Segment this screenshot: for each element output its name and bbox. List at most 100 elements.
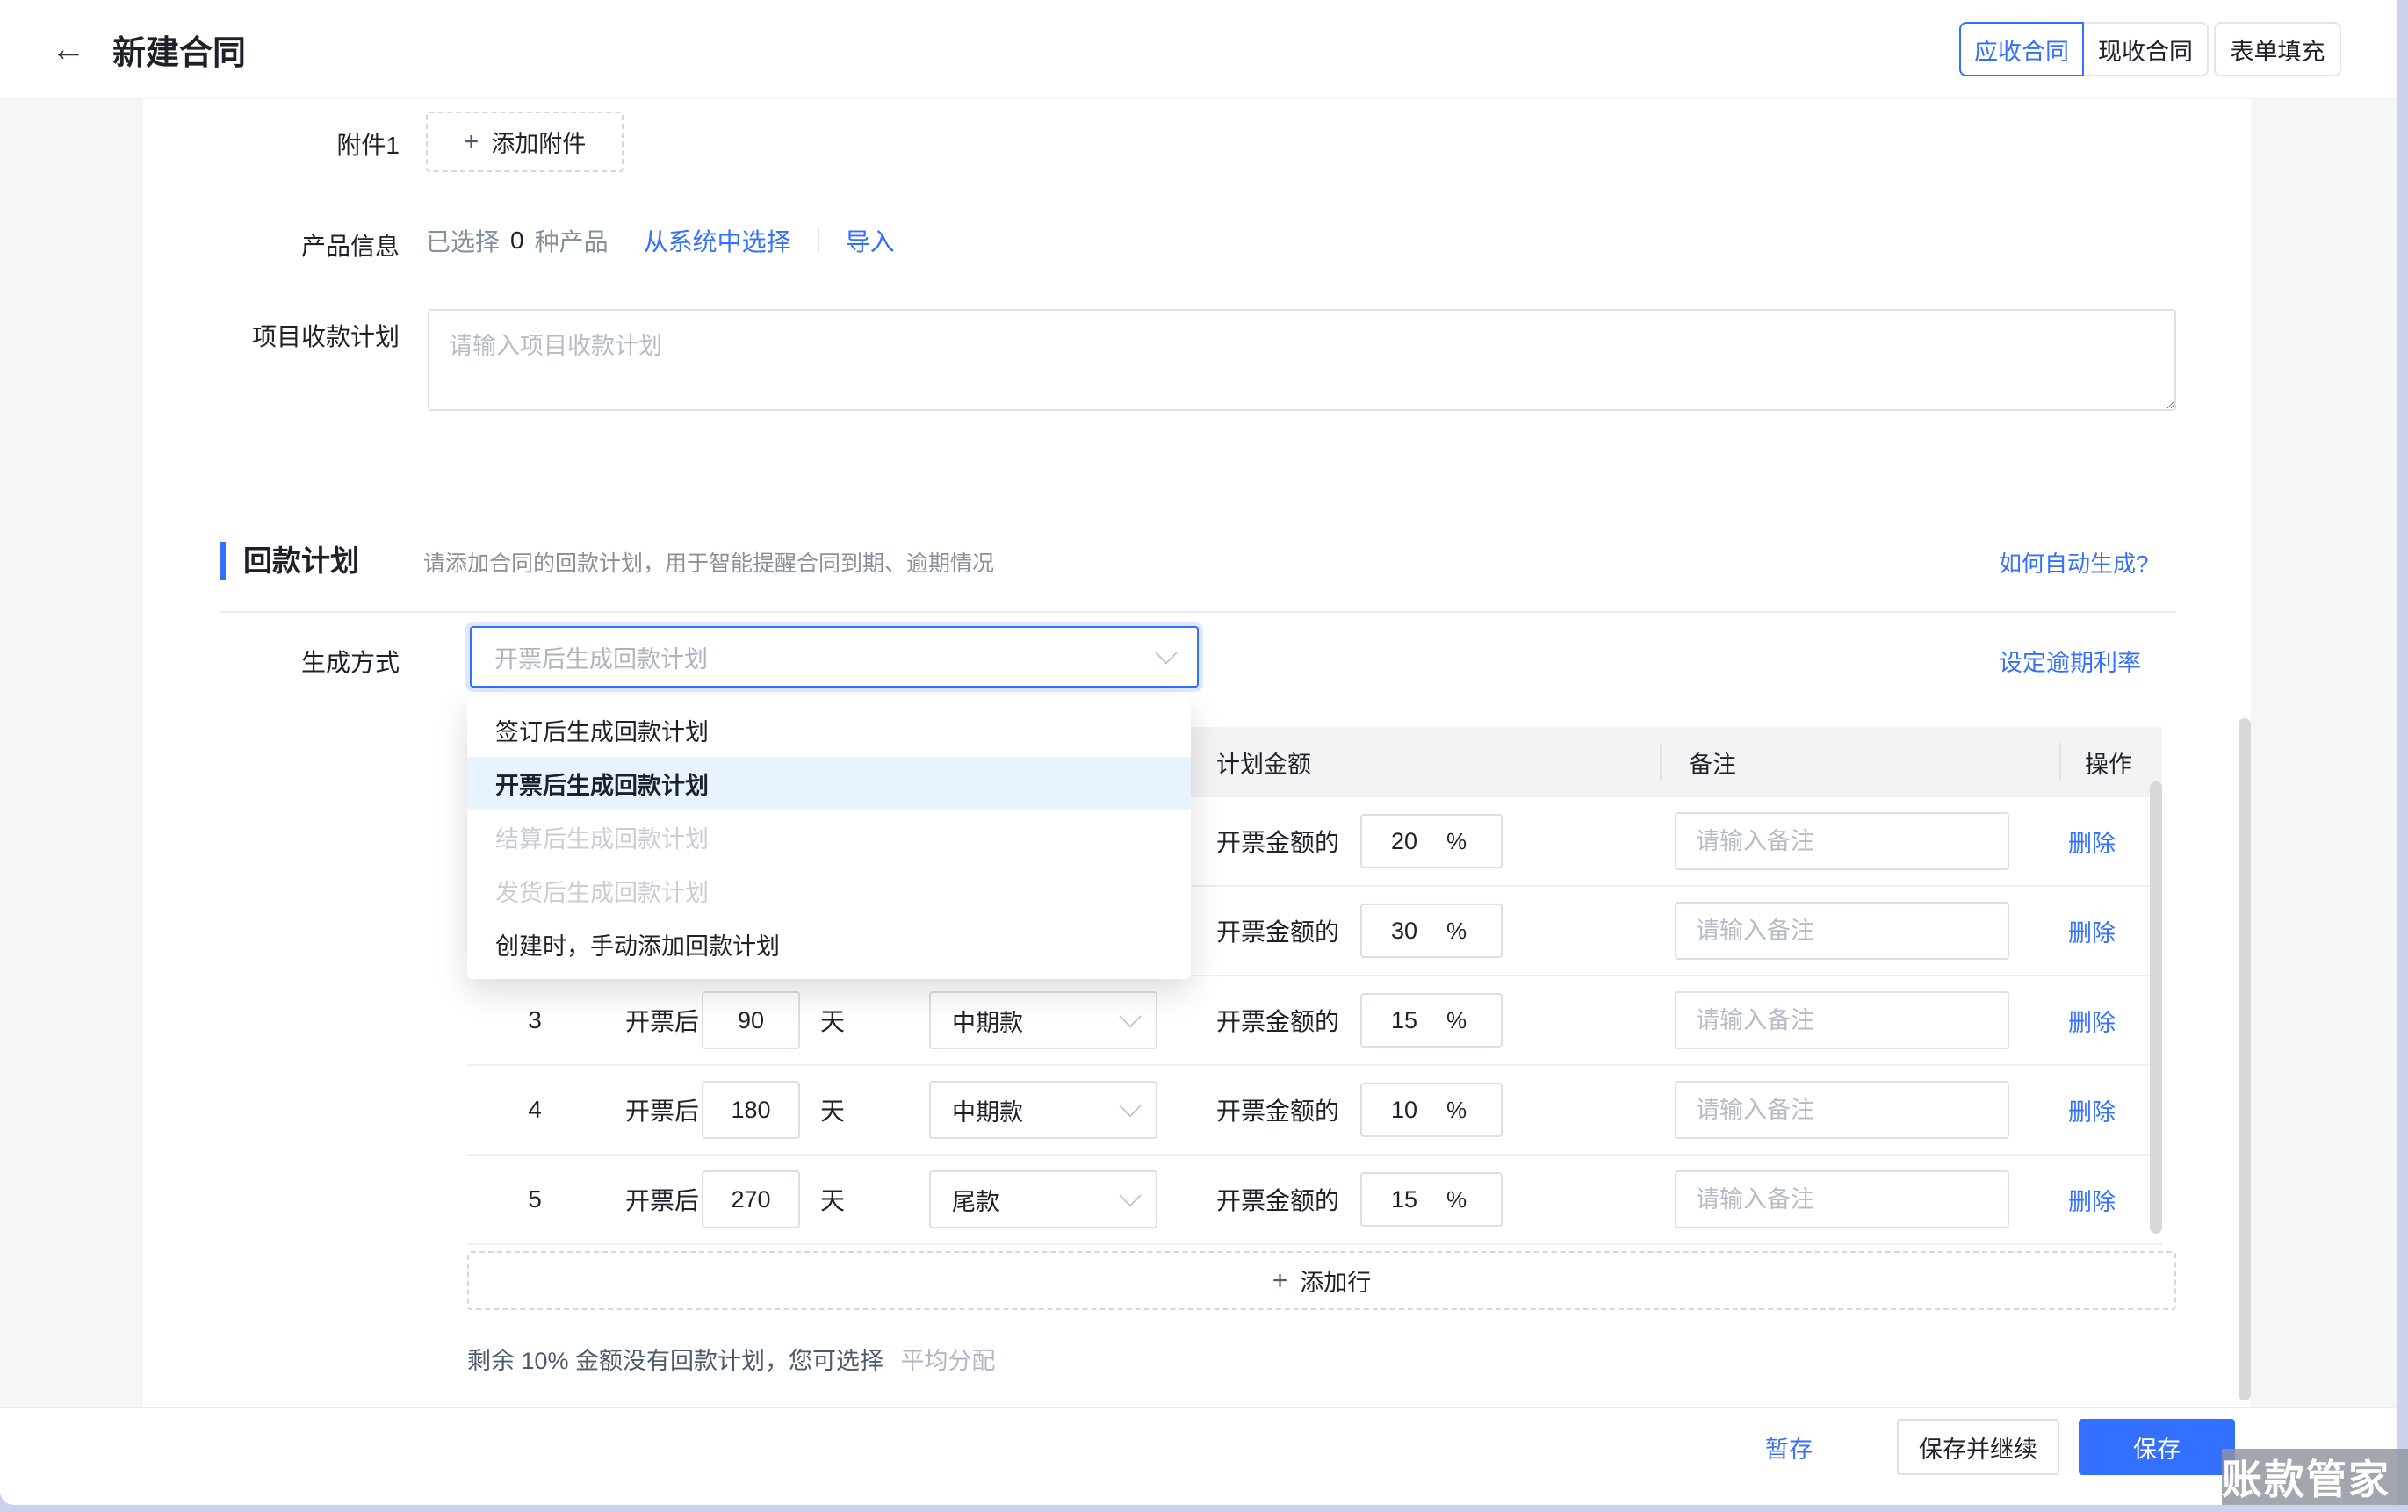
top-bar: ← 新建合同 应收合同 现收合同 表单填充 xyxy=(0,0,2397,98)
percent-input-box: % xyxy=(1360,904,1503,958)
after-invoice-label: 开票后 xyxy=(625,1156,699,1243)
after-invoice-label: 开票后 xyxy=(625,976,699,1064)
row-index: 3 xyxy=(495,976,574,1064)
generate-mode-dropdown: 签订后生成回款计划 开票后生成回款计划 结算后生成回款计划 发货后生成回款计划 … xyxy=(467,696,1191,979)
after-invoice-label: 开票后 xyxy=(625,1066,699,1154)
remaining-note: 剩余 10% 金额没有回款计划，您可选择 平均分配 xyxy=(467,1342,996,1376)
row-index: 5 xyxy=(495,1156,574,1243)
save-and-continue-button[interactable]: 保存并继续 xyxy=(1897,1419,2059,1475)
delete-row-link[interactable]: 删除 xyxy=(2068,976,2116,1064)
remark-input[interactable] xyxy=(1675,1081,2009,1139)
how-to-auto-generate-link[interactable]: 如何自动生成? xyxy=(1999,546,2148,579)
header-divider xyxy=(2059,743,2061,781)
chevron-down-icon xyxy=(1119,1095,1141,1117)
content-scrollbar-thumb[interactable] xyxy=(2239,718,2251,1400)
percent-unit: % xyxy=(1446,1097,1467,1124)
save-draft-link[interactable]: 暂存 xyxy=(1765,1419,1813,1475)
section-title: 回款计划 xyxy=(243,537,359,580)
attachment-label: 附件1 xyxy=(158,126,400,162)
header-divider xyxy=(1660,743,1662,781)
payment-type-value: 中期款 xyxy=(952,1004,1023,1038)
payment-type-select[interactable]: 中期款 xyxy=(929,991,1157,1049)
remark-input[interactable] xyxy=(1675,991,2009,1049)
percent-input[interactable] xyxy=(1362,1096,1446,1125)
tab-form-fill[interactable]: 表单填充 xyxy=(2214,22,2341,76)
header-amount: 计划金额 xyxy=(1216,727,1311,797)
page-title: 新建合同 xyxy=(112,0,246,98)
payment-type-select[interactable]: 尾款 xyxy=(929,1170,1157,1228)
add-row-button[interactable]: + 添加行 xyxy=(467,1251,2176,1310)
add-row-label: 添加行 xyxy=(1300,1264,1371,1298)
watermark: 账款管家 xyxy=(2222,1449,2408,1505)
table-row: 4 开票后 天 中期款 开票金额的 % 删除 xyxy=(467,1066,2162,1156)
dropdown-option-disabled: 结算后生成回款计划 xyxy=(467,810,1191,864)
amount-prefix: 开票金额的 xyxy=(1216,976,1339,1064)
section-accent-bar xyxy=(220,542,226,580)
percent-input[interactable] xyxy=(1362,827,1446,856)
remaining-text: 剩余 10% 金额没有回款计划，您可选择 xyxy=(467,1348,883,1374)
import-link[interactable]: 导入 xyxy=(846,223,895,258)
amount-prefix: 开票金额的 xyxy=(1216,1156,1339,1243)
table-row: 5 开票后 天 尾款 开票金额的 % 删除 xyxy=(467,1156,2162,1245)
generate-mode-select[interactable]: 开票后生成回款计划 xyxy=(470,626,1199,688)
percent-unit: % xyxy=(1446,1186,1467,1213)
payment-type-value: 中期款 xyxy=(952,1093,1023,1127)
choose-from-system-link[interactable]: 从系统中选择 xyxy=(644,223,791,258)
remark-input[interactable] xyxy=(1675,902,2009,960)
amount-prefix: 开票金额的 xyxy=(1216,1066,1339,1154)
project-plan-label: 项目收款计划 xyxy=(158,318,400,353)
delete-row-link[interactable]: 删除 xyxy=(2068,1156,2116,1243)
chevron-down-icon xyxy=(1155,642,1177,664)
selected-prefix: 已选择 xyxy=(426,223,500,258)
days-input[interactable] xyxy=(702,1081,800,1139)
dropdown-option[interactable]: 签订后生成回款计划 xyxy=(467,703,1191,757)
product-info-label: 产品信息 xyxy=(158,227,400,263)
day-unit-label: 天 xyxy=(820,1156,845,1243)
chevron-down-icon xyxy=(1119,1184,1141,1206)
dropdown-option[interactable]: 创建时，手动添加回款计划 xyxy=(467,918,1191,971)
section-subtitle: 请添加合同的回款计划，用于智能提醒合同到期、逾期情况 xyxy=(423,546,994,578)
project-plan-textarea[interactable] xyxy=(428,309,2176,411)
selected-count: 0 xyxy=(510,227,524,255)
payment-type-select[interactable]: 中期款 xyxy=(929,1081,1157,1139)
delete-row-link[interactable]: 删除 xyxy=(2068,1066,2116,1154)
plus-icon: + xyxy=(464,127,479,157)
days-input[interactable] xyxy=(702,991,800,1049)
add-attachment-label: 添加附件 xyxy=(491,125,586,159)
percent-input-box: % xyxy=(1360,1172,1503,1227)
dropdown-option-disabled: 发货后生成回款计划 xyxy=(467,864,1191,918)
save-button[interactable]: 保存 xyxy=(2079,1419,2235,1475)
percent-input[interactable] xyxy=(1362,917,1446,946)
dropdown-option-selected[interactable]: 开票后生成回款计划 xyxy=(467,757,1191,810)
link-divider xyxy=(818,227,819,254)
percent-unit: % xyxy=(1446,1007,1467,1034)
header-remark: 备注 xyxy=(1689,727,1736,797)
back-arrow-icon[interactable]: ← xyxy=(46,26,91,72)
tab-cash-contract[interactable]: 现收合同 xyxy=(2084,22,2209,76)
percent-unit: % xyxy=(1446,828,1467,855)
percent-input[interactable] xyxy=(1362,1185,1446,1214)
add-attachment-button[interactable]: + 添加附件 xyxy=(426,112,624,172)
delete-row-link[interactable]: 删除 xyxy=(2068,797,2116,885)
percent-unit: % xyxy=(1446,918,1467,945)
section-divider xyxy=(220,611,2176,613)
selected-suffix: 种产品 xyxy=(535,223,609,258)
table-scrollbar-thumb[interactable] xyxy=(2150,781,2162,1234)
remark-input[interactable] xyxy=(1675,812,2009,870)
payment-type-value: 尾款 xyxy=(952,1183,999,1217)
remark-input[interactable] xyxy=(1675,1170,2009,1228)
percent-input-box: % xyxy=(1360,1083,1503,1137)
percent-input[interactable] xyxy=(1362,1006,1446,1035)
header-action: 操作 xyxy=(2085,727,2132,797)
delete-row-link[interactable]: 删除 xyxy=(2068,887,2116,975)
days-input[interactable] xyxy=(702,1170,800,1228)
set-overdue-rate-link[interactable]: 设定逾期利率 xyxy=(1999,644,2141,678)
tab-receivable-contract[interactable]: 应收合同 xyxy=(1959,22,2084,76)
row-index: 4 xyxy=(495,1066,574,1154)
product-info-row: 已选择 0 种产品 从系统中选择 导入 xyxy=(426,216,895,265)
generate-mode-label: 生成方式 xyxy=(158,644,400,679)
average-distribute-link[interactable]: 平均分配 xyxy=(901,1348,996,1374)
day-unit-label: 天 xyxy=(820,976,845,1064)
generate-mode-value: 开票后生成回款计划 xyxy=(494,640,708,674)
day-unit-label: 天 xyxy=(820,1066,845,1154)
